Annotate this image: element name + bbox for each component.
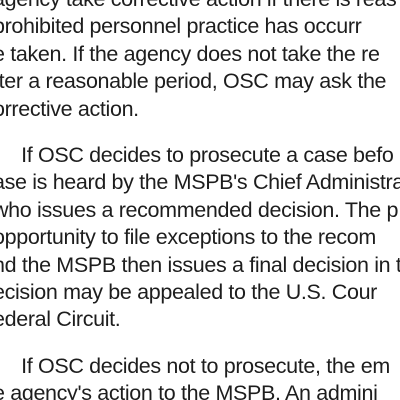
text-line: ase is heard by the MSPB's Chief Adminis… [0,170,400,195]
text-line: If OSC decides not to prosecute, the em [0,353,390,378]
text-line: If OSC decides to prosecute a case befo [0,142,394,167]
paragraph-corrective-action: agency take corrective action if there i… [0,0,400,123]
text-line: prohibited personnel practice has occurr [0,14,362,39]
paragraph-prosecution: If OSC decides to prosecute a case befo … [0,142,400,334]
text-line: nd the MSPB then issues a final decision… [0,252,400,277]
text-line: opportunity to file exceptions to the re… [0,225,376,250]
text-line: ederal Circuit. [0,307,121,332]
paragraph-no-prosecution: If OSC decides not to prosecute, the em … [0,353,400,400]
document-page: agency take corrective action if there i… [0,0,400,400]
text-line: e agency's action to the MSPB. An admini [0,381,378,400]
text-line: orrective action. [0,96,139,121]
text-line: agency take corrective action if there i… [0,0,400,13]
text-line: ecision may be appealed to the U.S. Cour [0,279,377,304]
text-line: who issues a recommended decision. The p [0,197,399,222]
text-line: e taken. If the agency does not take the… [0,41,380,66]
document-body: agency take corrective action if there i… [0,0,400,400]
text-line: fter a reasonable period, OSC may ask th… [0,69,387,94]
